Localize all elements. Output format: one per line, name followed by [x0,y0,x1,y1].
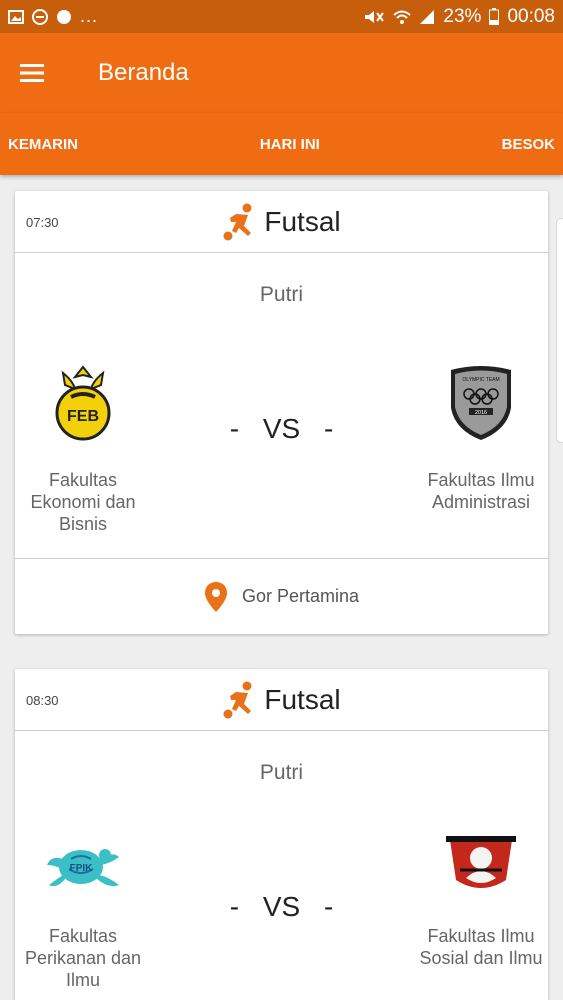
soccer-player-icon [223,203,252,240]
home-team-name: Fakultas Ekonomi dan Bisnis [30,470,136,534]
match-card[interactable]: 07:30 Futsal Putri FEB Fakultas Ekonomi … [15,191,548,634]
battery-icon [489,8,500,25]
match-category: Putri [259,283,304,306]
match-time: 07:30 [26,215,59,230]
tab-kemarin[interactable]: KEMARIN [8,136,78,153]
do-not-disturb-icon [32,8,48,25]
match-body: Putri FPIK Fakultas Perikanan dan Ilmu -… [15,731,548,1000]
sport-label: Futsal [222,202,341,242]
match-category: Putri [259,761,304,784]
soccer-player-icon [223,681,252,718]
sport-name: Futsal [264,205,341,237]
match-body: Putri FEB Fakultas Ekonomi dan Bisnis - … [15,253,548,558]
signal-icon [420,9,435,24]
match-header: 08:30 Futsal [15,669,548,731]
olympic-team-logo: OLYMPIC TEAM 2016 [431,353,531,453]
away-team-name: Fakultas Ilmu Sosial dan Ilmu [419,926,543,968]
tab-besok[interactable]: BESOK [502,136,555,153]
svg-text:2016: 2016 [475,410,487,416]
page-title: Beranda [98,59,189,86]
tab-hari-ini[interactable]: HARI INI [260,136,320,153]
more-notifications: ... [80,6,99,26]
venue-row[interactable]: Gor Pertamina [15,558,548,634]
home-team-name: Fakultas Perikanan dan Ilmu [24,926,142,990]
away-team: OLYMPIC TEAM 2016 Fakultas Ilmu Administ… [411,353,548,513]
mute-icon [365,10,385,23]
away-team: Fakultas Ilmu Sosial dan Ilmu [411,821,548,969]
location-pin-icon [204,581,227,612]
scroll-edge [556,218,563,443]
sport-label: Futsal [222,680,341,720]
app-bar: Beranda [0,33,563,113]
svg-text:FPIK: FPIK [70,863,94,874]
hamburger-menu-icon [20,64,44,82]
match-card[interactable]: 08:30 Futsal Putri FPIK Fakultas Perikan… [15,669,548,1000]
status-bar: ... 23% 00:08 [0,0,563,33]
day-tabs: KEMARIN HARI INI BESOK [0,113,563,175]
battery-percent: 23% [443,5,482,27]
wifi-icon [393,10,412,24]
svg-text:OLYMPIC TEAM: OLYMPIC TEAM [462,377,499,383]
sport-name: Futsal [264,683,341,715]
clock: 00:08 [507,5,555,27]
away-team-name: Fakultas Ilmu Administrasi [427,470,535,512]
venue-name: Gor Pertamina [241,586,360,606]
match-header: 07:30 Futsal [15,191,548,253]
fisip-logo [431,821,531,909]
menu-button[interactable] [0,41,64,105]
match-time: 08:30 [26,693,59,708]
chat-notification-icon [57,9,71,24]
gallery-notification-icon [8,9,24,24]
